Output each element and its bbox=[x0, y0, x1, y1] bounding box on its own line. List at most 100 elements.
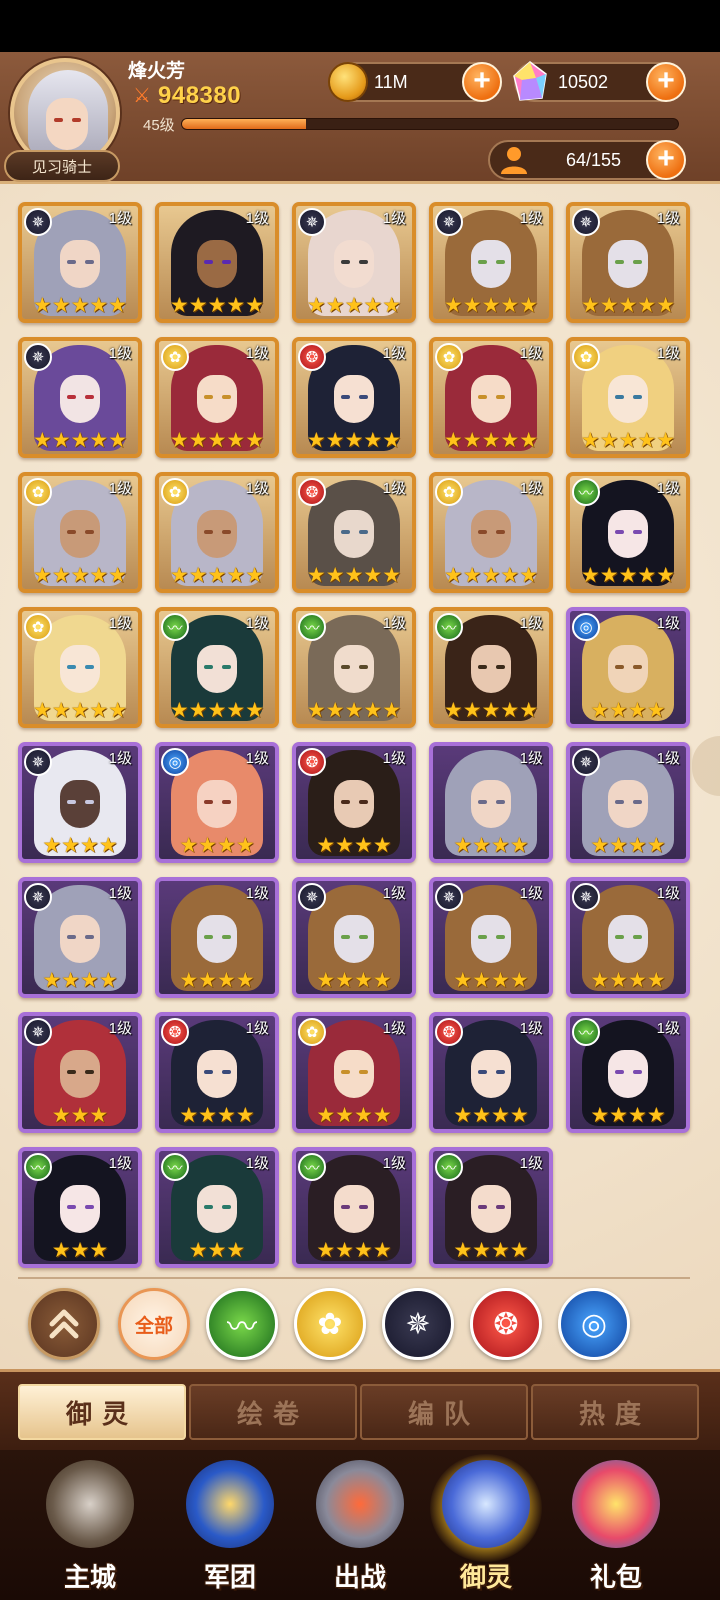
hero-card[interactable]: ❂ 1级 ★ ★ ★ ★ ★ bbox=[292, 472, 416, 593]
hero-card[interactable]: ❂ 1级 ★ ★ ★ ★ bbox=[429, 1012, 553, 1133]
light-element-icon: ✿ bbox=[435, 343, 463, 371]
add-gems-button[interactable]: + bbox=[646, 62, 686, 102]
portrait-face bbox=[60, 510, 100, 558]
power-row: ⚔ 948380 bbox=[130, 82, 241, 110]
hero-level: 1级 bbox=[108, 750, 132, 767]
hero-card[interactable]: ✿ 1级 ★ ★ ★ ★ ★ bbox=[18, 607, 142, 728]
nav-battle[interactable]: 出战 bbox=[300, 1454, 420, 1600]
star-icon: ★ bbox=[179, 1104, 199, 1127]
hero-level: 1级 bbox=[245, 1020, 269, 1037]
hero-card[interactable]: ❂ 1级 ★ ★ ★ ★ bbox=[155, 1012, 279, 1133]
collapse-up-button[interactable] bbox=[28, 1288, 100, 1360]
wind-element-icon: 〰 bbox=[298, 613, 326, 641]
hero-card[interactable]: ✵ 1级 ★ ★ ★ ★ ★ bbox=[566, 202, 690, 323]
star-icon: ★ bbox=[472, 969, 491, 992]
star-icon: ★ bbox=[245, 294, 265, 317]
hero-card[interactable]: 〰 1级 ★ ★ ★ ★ bbox=[429, 1147, 553, 1268]
hero-card[interactable]: ✿ 1级 ★ ★ ★ ★ bbox=[292, 1012, 416, 1133]
hero-card[interactable]: 〰 1级 ★ ★ ★ bbox=[18, 1147, 142, 1268]
tab-popularity[interactable]: 热度 bbox=[531, 1384, 699, 1440]
filter-all-button[interactable]: 全部 bbox=[118, 1288, 190, 1360]
star-rating: ★ ★ ★ ★ ★ bbox=[22, 565, 138, 587]
portrait-eye bbox=[204, 935, 213, 939]
hero-card[interactable]: ✿ 1级 ★ ★ ★ ★ ★ bbox=[429, 337, 553, 458]
star-icon: ★ bbox=[61, 969, 80, 992]
nav-battle-label: 出战 bbox=[333, 1562, 386, 1592]
tab-scrolls[interactable]: 绘卷 bbox=[189, 1384, 357, 1440]
nav-gift[interactable]: 礼包 bbox=[556, 1454, 676, 1600]
star-icon: ★ bbox=[481, 564, 501, 587]
hero-card[interactable]: 〰 1级 ★ ★ ★ ★ ★ bbox=[292, 607, 416, 728]
portrait-face bbox=[60, 375, 100, 423]
hero-card[interactable]: ✵ 1级 ★ ★ ★ ★ bbox=[292, 877, 416, 998]
portrait-face bbox=[608, 915, 648, 963]
hero-card[interactable]: ✿ 1级 ★ ★ ★ ★ ★ bbox=[18, 472, 142, 593]
hero-card[interactable]: 〰 1级 ★ ★ ★ ★ ★ bbox=[429, 607, 553, 728]
hero-card[interactable]: 〰 1级 ★ ★ ★ ★ bbox=[566, 1012, 690, 1133]
star-icon: ★ bbox=[481, 429, 501, 452]
portrait-eye bbox=[341, 1070, 350, 1074]
hero-card[interactable]: ❂ 1级 ★ ★ ★ ★ ★ bbox=[292, 337, 416, 458]
star-icon: ★ bbox=[618, 564, 638, 587]
portrait-eye bbox=[85, 935, 94, 939]
portrait-eye bbox=[496, 1205, 505, 1209]
filter-wind-button[interactable]: 〰 bbox=[206, 1288, 278, 1360]
portrait-eye bbox=[633, 1070, 642, 1074]
filter-water-button[interactable]: ◎ bbox=[558, 1288, 630, 1360]
hero-card[interactable]: ✵ 1级 ★ ★ ★ ★ bbox=[429, 877, 553, 998]
hero-card[interactable]: ✵ 1级 ★ ★ ★ ★ bbox=[18, 742, 142, 863]
star-icon: ★ bbox=[500, 294, 520, 317]
portrait-face bbox=[197, 510, 237, 558]
hero-card[interactable]: 1级 ★ ★ ★ ★ bbox=[155, 877, 279, 998]
star-rating: ★ ★ ★ ★ bbox=[296, 1105, 412, 1127]
hero-card[interactable]: ✵ 1级 ★ ★ ★ bbox=[18, 1012, 142, 1133]
tab-formation[interactable]: 编队 bbox=[360, 1384, 528, 1440]
add-coins-button[interactable]: + bbox=[462, 62, 502, 102]
portrait-face bbox=[334, 240, 374, 288]
tab-spirits[interactable]: 御灵 bbox=[18, 1384, 186, 1440]
filter-dark-button[interactable]: ✵ bbox=[382, 1288, 454, 1360]
hero-card[interactable]: ✵ 1级 ★ ★ ★ ★ bbox=[18, 877, 142, 998]
portrait-face bbox=[334, 780, 374, 828]
element-filter-row: 全部 〰 ✿ ✵ ❂ ◎ bbox=[28, 1288, 698, 1366]
star-rating: ★ ★ ★ ★ bbox=[296, 835, 412, 857]
nav-spirits[interactable]: 御灵 bbox=[426, 1454, 546, 1600]
hero-card[interactable]: ✿ 1级 ★ ★ ★ ★ ★ bbox=[155, 337, 279, 458]
hero-card[interactable]: ✿ 1级 ★ ★ ★ ★ ★ bbox=[429, 472, 553, 593]
hero-card[interactable]: 1级 ★ ★ ★ ★ bbox=[429, 742, 553, 863]
star-icon: ★ bbox=[462, 429, 482, 452]
hero-card[interactable]: ✵ 1级 ★ ★ ★ ★ bbox=[566, 877, 690, 998]
hero-level: 1级 bbox=[656, 210, 680, 227]
hero-level: 1级 bbox=[245, 615, 269, 632]
hero-card[interactable]: ❂ 1级 ★ ★ ★ ★ bbox=[292, 742, 416, 863]
hero-card[interactable]: ✵ 1级 ★ ★ ★ ★ ★ bbox=[429, 202, 553, 323]
hero-card[interactable]: 〰 1级 ★ ★ ★ ★ bbox=[292, 1147, 416, 1268]
star-icon: ★ bbox=[108, 294, 128, 317]
hero-card[interactable]: 〰 1级 ★ ★ ★ bbox=[155, 1147, 279, 1268]
hero-collection-area[interactable]: ✵ 1级 ★ ★ ★ ★ ★ 1级 ★ ★ ★ ★ ★ ✵ 1级 ★ ★ ★ ★ ★ ✵ 1级 ★ ★ ★ ★ ★ ✵ 1级 ★ ★ ★ ★ ★ ✵… bbox=[0, 184, 720, 1369]
nav-legion[interactable]: 军团 bbox=[170, 1454, 290, 1600]
nav-main-city[interactable]: 主城 bbox=[30, 1454, 150, 1600]
portrait-face bbox=[471, 915, 511, 963]
star-icon: ★ bbox=[169, 699, 189, 722]
hero-card[interactable]: ◎ 1级 ★ ★ ★ ★ bbox=[566, 607, 690, 728]
light-element-icon: ✿ bbox=[24, 478, 52, 506]
hero-card[interactable]: 〰 1级 ★ ★ ★ ★ ★ bbox=[566, 472, 690, 593]
portrait-eye bbox=[222, 665, 231, 669]
hero-card[interactable]: 1级 ★ ★ ★ ★ ★ bbox=[155, 202, 279, 323]
dark-element-icon: ✵ bbox=[24, 1018, 52, 1046]
hero-card[interactable]: ✿ 1级 ★ ★ ★ ★ ★ bbox=[155, 472, 279, 593]
hero-card[interactable]: ✵ 1级 ★ ★ ★ ★ ★ bbox=[292, 202, 416, 323]
hero-card[interactable]: ✿ 1级 ★ ★ ★ ★ ★ bbox=[566, 337, 690, 458]
portrait-eye bbox=[478, 395, 487, 399]
hero-card[interactable]: 〰 1级 ★ ★ ★ ★ ★ bbox=[155, 607, 279, 728]
hero-level: 1级 bbox=[519, 345, 543, 362]
hero-card[interactable]: ◎ 1级 ★ ★ ★ ★ bbox=[155, 742, 279, 863]
expand-capacity-button[interactable]: + bbox=[646, 140, 686, 180]
hero-level: 1级 bbox=[382, 345, 406, 362]
hero-card[interactable]: ✵ 1级 ★ ★ ★ ★ bbox=[566, 742, 690, 863]
hero-card[interactable]: ✵ 1级 ★ ★ ★ ★ ★ bbox=[18, 202, 142, 323]
hero-card[interactable]: ✵ 1级 ★ ★ ★ ★ ★ bbox=[18, 337, 142, 458]
filter-light-button[interactable]: ✿ bbox=[294, 1288, 366, 1360]
filter-fire-button[interactable]: ❂ bbox=[470, 1288, 542, 1360]
